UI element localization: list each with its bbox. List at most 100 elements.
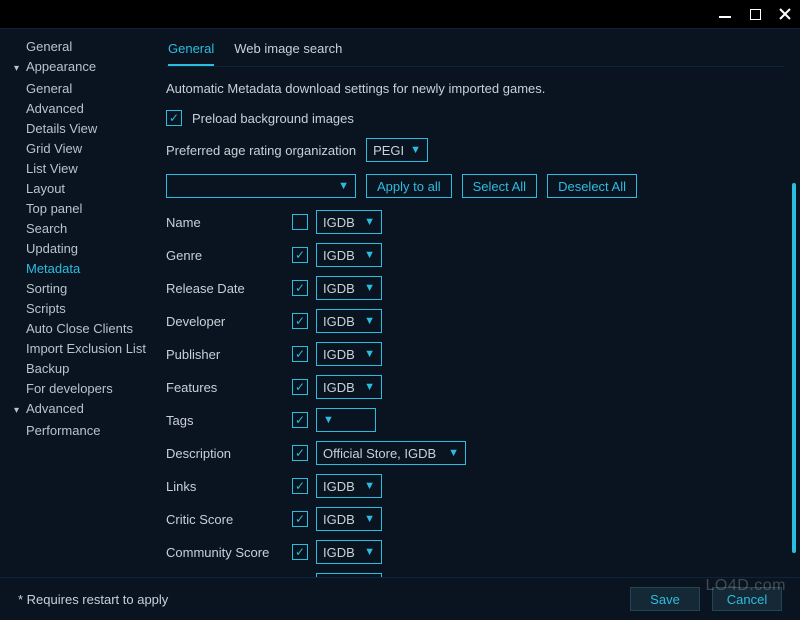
preload-checkbox[interactable] (166, 110, 182, 126)
footer: * Requires restart to apply Save Cancel (0, 578, 800, 620)
apply-to-all-button[interactable]: Apply to all (366, 174, 452, 198)
field-checkbox[interactable] (292, 412, 308, 428)
field-row: Critic ScoreIGDB▼ (166, 507, 784, 531)
chevron-down-icon: ▼ (410, 144, 421, 156)
sidebar-item-advanced[interactable]: Advanced (14, 399, 156, 421)
preload-label: Preload background images (192, 111, 354, 126)
field-source-dropdown[interactable]: IGDB▼ (316, 540, 382, 564)
sidebar-item-for-developers[interactable]: For developers (14, 379, 156, 399)
field-checkbox[interactable] (292, 346, 308, 362)
cancel-button[interactable]: Cancel (712, 587, 782, 611)
field-source-dropdown[interactable]: IGDB▼ (316, 507, 382, 531)
field-row: Publisher IGDB▼ (166, 342, 784, 366)
maximize-button[interactable] (748, 7, 762, 21)
save-button[interactable]: Save (630, 587, 700, 611)
scrollbar[interactable] (792, 183, 796, 553)
field-checkbox[interactable] (292, 445, 308, 461)
deselect-all-button[interactable]: Deselect All (547, 174, 637, 198)
field-row: Links IGDB▼ (166, 474, 784, 498)
field-checkbox[interactable] (292, 313, 308, 329)
field-row: Tags ▼ (166, 408, 784, 432)
field-label: Name (166, 215, 292, 230)
field-row: Genre IGDB▼ (166, 243, 784, 267)
sidebar-item-metadata[interactable]: Metadata (14, 259, 156, 279)
chevron-down-icon: ▼ (448, 447, 459, 459)
field-row: Description Official Store, IGDB▼ (166, 441, 784, 465)
field-label: Links (166, 479, 292, 494)
titlebar (0, 0, 800, 28)
field-checkbox[interactable] (292, 214, 308, 230)
field-label: Description (166, 446, 292, 461)
field-checkbox[interactable] (292, 478, 308, 494)
field-row: Community Score IGDB▼ (166, 540, 784, 564)
field-source-dropdown[interactable]: IGDB▼ (316, 210, 382, 234)
field-checkbox[interactable] (292, 379, 308, 395)
field-row: Release Date IGDB▼ (166, 276, 784, 300)
sidebar-item-appearance[interactable]: Appearance (14, 57, 156, 79)
sidebar-item-updating[interactable]: Updating (14, 239, 156, 259)
sidebar-item-top-panel[interactable]: Top panel (14, 199, 156, 219)
sidebar-item-backup[interactable]: Backup (14, 359, 156, 379)
sidebar-item-scripts[interactable]: Scripts (14, 299, 156, 319)
chevron-down-icon: ▼ (364, 546, 375, 558)
field-row: Features IGDB▼ (166, 375, 784, 399)
bulk-source-dropdown[interactable]: ▼ (166, 174, 356, 198)
chevron-down-icon: ▼ (364, 348, 375, 360)
field-source-dropdown[interactable]: IGDB▼ (316, 375, 382, 399)
field-label: Publisher (166, 347, 292, 362)
close-button[interactable] (778, 7, 792, 21)
field-label: Features (166, 380, 292, 395)
sidebar-item-general[interactable]: General (14, 37, 156, 57)
chevron-down-icon: ▼ (364, 480, 375, 492)
chevron-down-icon: ▼ (338, 180, 349, 192)
sidebar-item-list-view[interactable]: List View (14, 159, 156, 179)
restart-note: * Requires restart to apply (18, 592, 168, 607)
field-label: Community Score (166, 545, 292, 560)
sidebar-item-details-view[interactable]: Details View (14, 119, 156, 139)
chevron-down-icon: ▼ (364, 249, 375, 261)
age-rating-dropdown[interactable]: PEGI ▼ (366, 138, 428, 162)
main-panel: General Web image search Automatic Metada… (160, 29, 800, 577)
field-source-dropdown[interactable]: IGDB▼ (316, 243, 382, 267)
chevron-down-icon: ▼ (364, 282, 375, 294)
field-row: Name IGDB▼ (166, 210, 784, 234)
chevron-down-icon: ▼ (364, 381, 375, 393)
age-rating-label: Preferred age rating organization (166, 143, 356, 158)
field-row: Age RatingIGDB▼ (166, 573, 784, 577)
chevron-down-icon: ▼ (364, 513, 375, 525)
tab-web-image-search[interactable]: Web image search (234, 37, 342, 66)
minimize-button[interactable] (718, 7, 732, 21)
sidebar-item-sorting[interactable]: Sorting (14, 279, 156, 299)
field-label: Release Date (166, 281, 292, 296)
metadata-fields: NameIGDB▼GenreIGDB▼Release DateIGDB▼Deve… (166, 210, 784, 577)
sidebar-item-layout[interactable]: Layout (14, 179, 156, 199)
field-checkbox[interactable] (292, 544, 308, 560)
field-label: Genre (166, 248, 292, 263)
field-row: Developer IGDB▼ (166, 309, 784, 333)
section-description: Automatic Metadata download settings for… (166, 81, 784, 96)
chevron-down-icon: ▼ (364, 315, 375, 327)
sidebar-item-import-exclusion-list[interactable]: Import Exclusion List (14, 339, 156, 359)
field-source-dropdown[interactable]: IGDB▼ (316, 342, 382, 366)
field-source-dropdown[interactable]: IGDB▼ (316, 309, 382, 333)
field-checkbox[interactable] (292, 280, 308, 296)
sidebar-item-advanced[interactable]: Advanced (14, 99, 156, 119)
sidebar-item-search[interactable]: Search (14, 219, 156, 239)
tabs: General Web image search (166, 37, 784, 67)
sidebar-item-performance[interactable]: Performance (14, 421, 156, 441)
field-source-dropdown[interactable]: IGDB▼ (316, 276, 382, 300)
tab-general[interactable]: General (168, 37, 214, 66)
sidebar-item-auto-close-clients[interactable]: Auto Close Clients (14, 319, 156, 339)
select-all-button[interactable]: Select All (462, 174, 537, 198)
field-source-dropdown[interactable]: IGDB▼ (316, 573, 382, 577)
sidebar-item-grid-view[interactable]: Grid View (14, 139, 156, 159)
field-label: Tags (166, 413, 292, 428)
field-source-dropdown[interactable]: ▼ (316, 408, 376, 432)
field-source-dropdown[interactable]: IGDB▼ (316, 474, 382, 498)
field-source-dropdown[interactable]: Official Store, IGDB▼ (316, 441, 466, 465)
field-checkbox[interactable] (292, 511, 308, 527)
field-label: Developer (166, 314, 292, 329)
sidebar-item-general[interactable]: General (14, 79, 156, 99)
chevron-down-icon: ▼ (323, 414, 334, 426)
field-checkbox[interactable] (292, 247, 308, 263)
